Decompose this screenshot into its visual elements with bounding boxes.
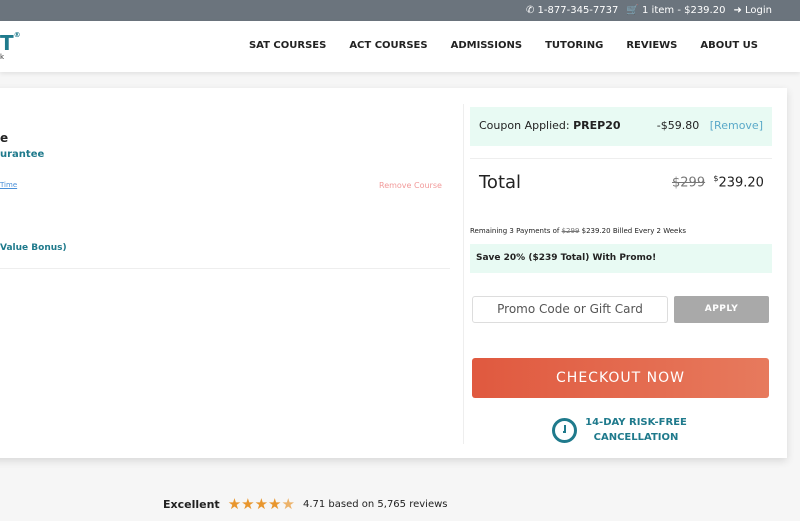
login-label: Login [745,5,772,16]
phone-link[interactable]: ✆ 1-877-345-7737 [526,5,618,16]
logo-sub: k [0,53,5,61]
star-rating: ★★★★★ [228,495,295,513]
coupon-code: PREP20 [573,119,621,132]
star-icon: ★ [254,495,269,513]
remove-course-link[interactable]: Remove Course [379,181,442,190]
bonus-text: Value Bonus) [0,243,67,253]
checkout-button[interactable]: CHECKOUT NOW [472,358,769,398]
nav-tutoring[interactable]: TUTORING [545,40,603,51]
half-star-icon: ★ [281,495,295,513]
top-bar: ✆ 1-877-345-7737 🛒 1 item - $239.20 ➜ Lo… [0,0,800,21]
total-price: 239.20 [718,175,764,191]
nav-admissions[interactable]: ADMISSIONS [451,40,522,51]
remove-coupon-link[interactable]: [Remove] [710,119,763,132]
cancel-line1: 14-DAY RISK-FREE [585,417,687,428]
site-header: T® k SAT COURSES ACT COURSES ADMISSIONS T… [0,21,800,72]
save-promo-banner: Save 20% ($239 Total) With Promo! [470,244,772,273]
logo-mark: ® [13,31,21,39]
login-link[interactable]: ➜ Login [733,5,772,16]
nav-act-courses[interactable]: ACT COURSES [349,40,427,51]
review-widget[interactable]: Excellent ★★★★★ 4.71 based on 5,765 revi… [163,495,447,513]
coupon-label: Coupon Applied: [479,119,570,132]
logo-text: T [0,31,14,55]
guarantee-text: urantee [0,149,45,160]
nav-sat-courses[interactable]: SAT COURSES [249,40,326,51]
star-icon: ★ [227,495,242,513]
logo[interactable]: T® k [0,31,21,61]
promo-code-input[interactable]: Promo Code or Gift Card [472,296,668,323]
remaining-original: $299 [561,227,580,235]
star-icon: ★ [268,495,282,513]
clock-icon [552,418,577,443]
coupon-discount: -$59.80 [656,119,700,132]
cart-link[interactable]: 🛒 1 item - $239.20 [626,5,725,16]
phone-number: 1-877-345-7737 [537,5,619,16]
remaining-payments: Remaining 3 Payments of $299 $239.20 Bil… [470,227,686,235]
review-summary: 4.71 based on 5,765 reviews [302,498,448,510]
cancellation-note: 14-DAY RISK-FREE CANCELLATION [583,415,689,445]
remaining-suffix: Billed Every 2 Weeks [612,227,687,235]
divider [0,268,450,269]
nav-reviews[interactable]: REVIEWS [626,40,677,51]
apply-button[interactable]: APPLY [674,296,769,323]
course-title: e [0,131,9,145]
total-label: Total [479,172,522,193]
cart-summary: 1 item - $239.20 [642,5,726,16]
main-nav: SAT COURSES ACT COURSES ADMISSIONS TUTOR… [249,40,758,51]
nav-about-us[interactable]: ABOUT US [700,40,758,51]
summary-divider [463,104,464,444]
divider [470,158,772,159]
star-icon: ★ [241,495,255,513]
original-price: $299 [672,175,706,191]
coupon-box: Coupon Applied: PREP20 -$59.80 [Remove] [470,107,772,146]
cancel-line2: CANCELLATION [593,432,679,443]
remaining-prefix: Remaining 3 Payments of [470,227,560,235]
review-label: Excellent [163,497,220,511]
course-link[interactable]: Time [0,181,17,189]
remaining-price: $239.20 [581,227,611,235]
